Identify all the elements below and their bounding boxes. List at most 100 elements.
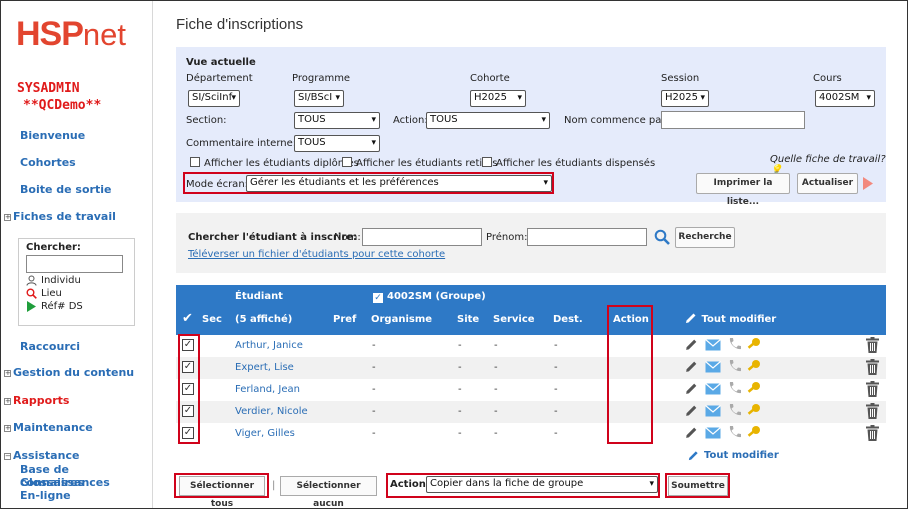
session-label: Session xyxy=(661,73,700,84)
programme-select[interactable]: SI/BScI ▾ xyxy=(294,90,344,107)
student-name-link[interactable]: Ferland, Jean xyxy=(235,384,300,395)
checkbox[interactable] xyxy=(190,157,200,167)
phone-icon[interactable] xyxy=(727,359,741,374)
nav-maintenance[interactable]: + Maintenance xyxy=(4,421,93,434)
header-etudiant: Étudiant xyxy=(235,291,283,302)
trash-icon[interactable] xyxy=(866,403,879,419)
cours-label: Cours xyxy=(813,73,842,84)
chevron-down-icon: ▾ xyxy=(700,93,705,103)
select-all-check-icon[interactable]: ✔ xyxy=(182,311,193,326)
actualiser-button[interactable]: Actualiser xyxy=(797,173,858,194)
key-icon[interactable] xyxy=(747,337,761,352)
nom-input[interactable] xyxy=(362,228,482,246)
select-none-button[interactable]: Sélectionner aucun xyxy=(280,476,377,509)
tout-modifier-bottom[interactable]: Tout modifier xyxy=(687,449,779,462)
key-icon[interactable] xyxy=(747,359,761,374)
imprimer-button[interactable]: Imprimer la liste... xyxy=(696,173,790,207)
nav-raccourci[interactable]: Raccourci xyxy=(20,340,80,353)
expand-icon[interactable]: + xyxy=(4,370,11,377)
search-option-label: Lieu xyxy=(41,288,62,299)
pencil-icon[interactable] xyxy=(684,381,699,396)
cell-organisme: - xyxy=(372,406,376,417)
email-icon[interactable] xyxy=(705,404,721,417)
trash-icon[interactable] xyxy=(866,425,879,441)
session-select[interactable]: H2025 ▾ xyxy=(661,90,709,107)
chk-diplomes[interactable]: Afficher les étudiants diplômés xyxy=(190,157,359,169)
pencil-icon[interactable] xyxy=(684,337,699,352)
phone-icon[interactable] xyxy=(727,381,741,396)
programme-label: Programme xyxy=(292,73,351,84)
phone-icon[interactable] xyxy=(727,425,741,440)
email-icon[interactable] xyxy=(705,338,721,351)
search-option-individu[interactable]: Individu xyxy=(26,275,127,286)
email-icon[interactable] xyxy=(705,382,721,395)
cell-dest: - xyxy=(554,340,558,351)
key-icon[interactable] xyxy=(747,403,761,418)
phone-icon[interactable] xyxy=(727,403,741,418)
highlight-mode-ecran xyxy=(183,172,554,194)
student-name-link[interactable]: Arthur, Janice xyxy=(235,340,303,351)
prenom-input[interactable] xyxy=(527,228,647,246)
student-name-link[interactable]: Verdier, Nicole xyxy=(235,406,308,417)
table-row: ✓ Verdier, Nicole - - - - xyxy=(176,401,886,423)
key-icon[interactable] xyxy=(747,425,761,440)
nav-bienvenue[interactable]: Bienvenue xyxy=(20,129,85,142)
logo[interactable]: HSPnet xyxy=(16,15,126,54)
checkbox[interactable] xyxy=(482,157,492,167)
email-icon[interactable] xyxy=(705,360,721,373)
nav-glossaires[interactable]: Glossaires xyxy=(20,476,84,489)
cours-select[interactable]: 4002SM ▾ xyxy=(815,90,875,107)
email-icon[interactable] xyxy=(705,426,721,439)
chevron-down-icon: ▾ xyxy=(335,93,340,103)
upload-students-link[interactable]: Téléverser un fichier d'étudiants pour c… xyxy=(188,249,445,260)
nav-boite-de-sortie[interactable]: Boite de sortie xyxy=(20,183,111,196)
checkbox[interactable] xyxy=(342,157,352,167)
header-sec: Sec xyxy=(202,314,222,325)
chk-dispenses[interactable]: Afficher les étudiants dispensés xyxy=(482,157,655,169)
search-icon[interactable] xyxy=(654,229,670,245)
pencil-icon[interactable] xyxy=(684,403,699,418)
search-option-ref[interactable]: Réf# DS xyxy=(26,301,127,312)
nom-commence-input[interactable] xyxy=(661,111,805,129)
cell-organisme: - xyxy=(372,340,376,351)
play-arrow-icon[interactable] xyxy=(862,177,874,190)
nav-fiches-de-travail[interactable]: + Fiches de travail xyxy=(4,210,116,223)
expand-icon[interactable]: + xyxy=(4,214,11,221)
trash-icon[interactable] xyxy=(866,337,879,353)
nav-gestion-du-contenu[interactable]: + Gestion du contenu xyxy=(4,366,134,379)
tout-modifier-header[interactable]: Tout modifier xyxy=(684,311,776,325)
section-select[interactable]: TOUS ▾ xyxy=(294,112,380,129)
recherche-button[interactable]: Recherche xyxy=(675,227,735,248)
nav-assistance[interactable]: − Assistance xyxy=(4,449,79,462)
key-icon[interactable] xyxy=(747,381,761,396)
chk-retires[interactable]: Afficher les étudiants retirés xyxy=(342,157,497,169)
check-icon[interactable]: ✓ xyxy=(373,293,383,303)
row-actions xyxy=(684,337,761,352)
student-name-link[interactable]: Expert, Lise xyxy=(235,362,294,373)
view-heading: Vue actuelle xyxy=(186,57,256,68)
cohorte-select[interactable]: H2025 ▾ xyxy=(470,90,526,107)
table-header: Étudiant ✓ 4002SM (Groupe) ✔ Sec (5 affic… xyxy=(176,285,886,335)
trash-icon[interactable] xyxy=(866,381,879,397)
cell-organisme: - xyxy=(372,362,376,373)
student-name-link[interactable]: Viger, Gilles xyxy=(235,428,295,439)
search-option-lieu[interactable]: Lieu xyxy=(26,288,127,299)
row-actions xyxy=(684,381,761,396)
nav-en-ligne[interactable]: En-ligne xyxy=(20,489,71,502)
collapse-icon[interactable]: − xyxy=(4,453,11,460)
departement-select[interactable]: SI/SciInf ▾ xyxy=(188,90,240,107)
pencil-icon[interactable] xyxy=(684,359,699,374)
logo-hsp: HSP xyxy=(16,15,84,53)
expand-icon[interactable]: + xyxy=(4,398,11,405)
commentaire-select[interactable]: TOUS ▾ xyxy=(294,135,380,152)
sidebar-search-input[interactable] xyxy=(26,255,123,273)
prenom-label: Prénom: xyxy=(486,232,528,243)
nav-rapports[interactable]: + Rapports xyxy=(4,394,69,407)
phone-icon[interactable] xyxy=(727,337,741,352)
action-filter-select[interactable]: TOUS ▾ xyxy=(426,112,550,129)
trash-icon[interactable] xyxy=(866,359,879,375)
expand-icon[interactable]: + xyxy=(4,425,11,432)
pencil-icon[interactable] xyxy=(684,425,699,440)
nav-cohortes[interactable]: Cohortes xyxy=(20,156,76,169)
header-group[interactable]: ✓ 4002SM (Groupe) xyxy=(373,291,486,303)
